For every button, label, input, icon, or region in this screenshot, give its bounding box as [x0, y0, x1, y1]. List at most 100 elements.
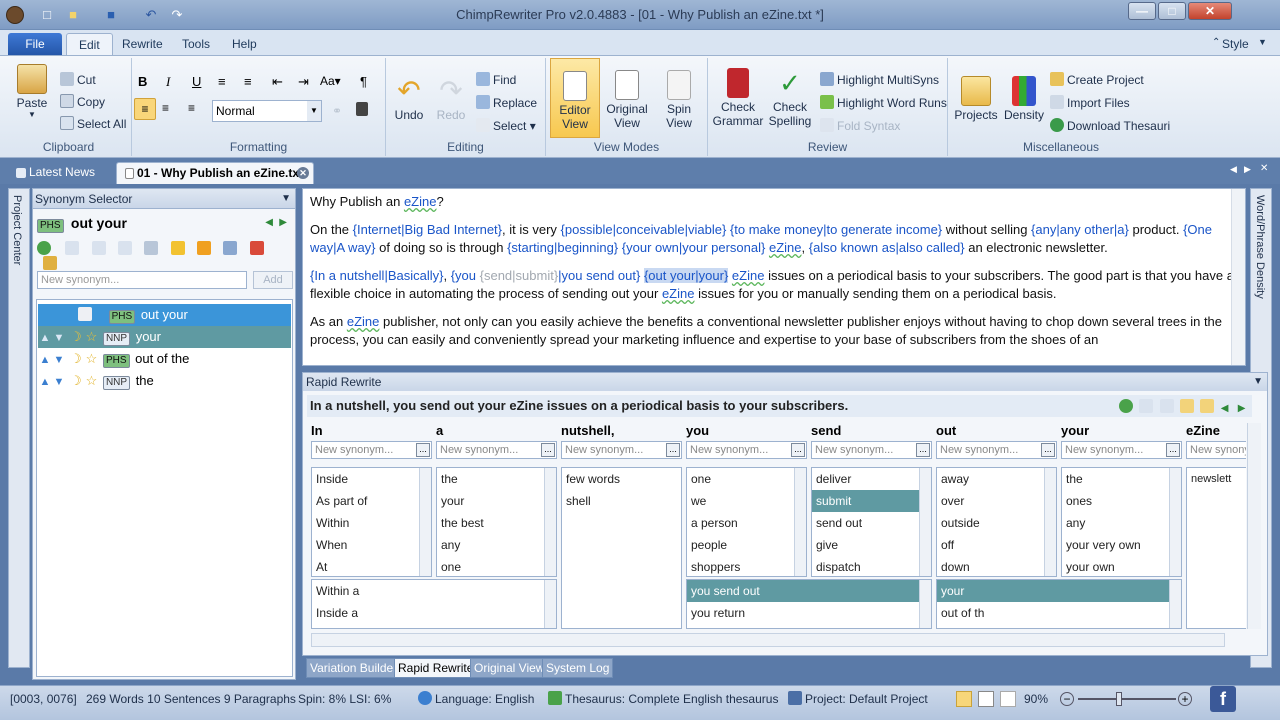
list-item[interactable]: any	[1062, 512, 1181, 534]
phrase-scrollbar[interactable]	[544, 580, 556, 628]
list-item[interactable]: a person	[687, 512, 806, 534]
italic-button[interactable]: I	[166, 74, 170, 90]
rr-pin-icon[interactable]: ▼	[1253, 373, 1263, 391]
align-right-icon[interactable]: ≡	[188, 101, 195, 115]
list-item[interactable]: ones	[1062, 490, 1181, 512]
menu-edit[interactable]: Edit	[66, 33, 113, 55]
rr-synonym-input[interactable]: New synonym......	[936, 441, 1057, 459]
check-grammar-button[interactable]: Check Grammar	[712, 68, 764, 128]
list-item[interactable]: away	[937, 468, 1056, 490]
synonym-row[interactable]: ▲ ▼ ☽ ☆ PHS out of the	[38, 348, 291, 370]
list-item[interactable]: As part of	[312, 490, 431, 512]
tab-system-log[interactable]: System Log	[542, 658, 614, 678]
tab-original-view[interactable]: Original View	[470, 658, 549, 678]
more-icon[interactable]: ...	[1041, 443, 1055, 457]
move-up-icon[interactable]: ▲	[38, 349, 52, 371]
rr-horizontal-scrollbar[interactable]	[311, 633, 1225, 647]
pin-icon[interactable]: ▼	[281, 189, 291, 209]
phrase-item[interactable]: you send out	[687, 580, 919, 602]
redo-button[interactable]: ↷ Redo	[434, 76, 468, 123]
list-item[interactable]: any	[437, 534, 556, 556]
download-thesauri-button[interactable]: Download Thesauri	[1050, 118, 1170, 133]
phrase-item[interactable]: Within a	[312, 580, 556, 602]
menu-tools[interactable]: Tools	[170, 33, 222, 55]
list-scrollbar[interactable]	[794, 468, 806, 576]
list-scrollbar[interactable]	[919, 468, 931, 576]
new-synonym-input[interactable]: New synonym...	[37, 271, 247, 289]
rr-synonym-input[interactable]: New synonym......	[686, 441, 807, 459]
delete-icon[interactable]	[249, 241, 264, 255]
rr-layout2-icon[interactable]	[1200, 399, 1215, 413]
zoom-slider-thumb[interactable]	[1116, 692, 1122, 706]
zoom-out-icon[interactable]: −	[1060, 692, 1074, 706]
favorite-star-icon[interactable]: ☆	[86, 373, 98, 388]
list-item[interactable]: submit	[812, 490, 919, 512]
list-item[interactable]: the best	[437, 512, 556, 534]
tab-scroll-right-icon[interactable]: ▶	[1244, 164, 1251, 175]
refresh-icon[interactable]	[37, 241, 51, 255]
menu-rewrite[interactable]: Rewrite	[110, 33, 175, 55]
facebook-icon[interactable]: f	[1210, 686, 1236, 712]
move-down-icon[interactable]: ▼	[52, 349, 66, 371]
list-item[interactable]: newslett	[1187, 468, 1246, 490]
list-scrollbar[interactable]	[544, 468, 556, 576]
clear-icon[interactable]	[43, 256, 57, 270]
original-view-button[interactable]: Original View	[602, 70, 652, 130]
rr-prev-icon[interactable]: ◀	[1221, 403, 1229, 414]
editor-view-button[interactable]: Editor View	[550, 58, 600, 138]
style-dropdown-icon[interactable]: ▼	[1258, 37, 1267, 47]
list-item[interactable]: one	[437, 556, 556, 576]
list-item[interactable]: dispatch	[812, 556, 931, 576]
decrease-indent-icon[interactable]: ⇤	[272, 74, 283, 90]
synonym-row[interactable]: ▲ ▼ ☽ ☆ NNP the	[38, 370, 291, 392]
rr-case-icon[interactable]	[1159, 399, 1174, 413]
find-button[interactable]: Find	[476, 72, 516, 87]
spin-view-button[interactable]: Spin View	[654, 70, 704, 130]
undo-button[interactable]: ↶ Undo	[392, 76, 426, 123]
phrase-scrollbar[interactable]	[1169, 580, 1181, 628]
tab-close-all-icon[interactable]: ✕	[1260, 163, 1268, 174]
close-tab-icon[interactable]: ✕	[297, 167, 309, 179]
rr-refresh-icon[interactable]	[1119, 399, 1133, 413]
underline-button[interactable]: U	[192, 74, 201, 89]
font-case-icon[interactable]: Aa▾	[320, 74, 341, 88]
tab-variation-builder[interactable]: Variation Builder	[306, 658, 402, 678]
more-icon[interactable]: ...	[916, 443, 930, 457]
list-item[interactable]: your very own	[1062, 534, 1181, 556]
list-scrollbar[interactable]	[1044, 468, 1056, 576]
more-icon[interactable]: ...	[416, 443, 430, 457]
more-icon[interactable]: ...	[1166, 443, 1180, 457]
rr-next-icon[interactable]: ▶	[1238, 403, 1246, 414]
paste-button[interactable]: Paste ▼	[12, 64, 52, 119]
favorite-star-icon[interactable]: ☆	[86, 329, 98, 344]
copy-button[interactable]: Copy	[60, 94, 105, 109]
move-up-icon[interactable]: ▲	[38, 327, 52, 349]
check-spelling-button[interactable]: ✓ Check Spelling	[766, 68, 814, 128]
tab-latest-news[interactable]: Latest News	[8, 162, 103, 184]
status-project[interactable]: Project: Default Project	[788, 686, 928, 713]
status-thesaurus[interactable]: Thesaurus: Complete English thesaurus	[548, 686, 778, 713]
numbered-list-icon[interactable]: ≡	[244, 74, 252, 89]
list-item[interactable]: your own	[1062, 556, 1181, 576]
fold-syntax-button[interactable]: Fold Syntax	[820, 118, 900, 133]
rr-spell-icon[interactable]	[1139, 399, 1154, 413]
rr-synonym-input[interactable]: New synonym......	[1061, 441, 1182, 459]
list-scrollbar[interactable]	[419, 468, 431, 576]
banana-icon[interactable]: ☽	[70, 373, 82, 388]
banana-icon[interactable]: ☽	[70, 329, 82, 344]
import-files-button[interactable]: Import Files	[1050, 95, 1130, 110]
move-down-icon[interactable]: ▼	[52, 371, 66, 393]
more-icon[interactable]: ...	[541, 443, 555, 457]
list-item[interactable]: Inside	[312, 468, 431, 490]
list-item[interactable]: outside	[937, 512, 1056, 534]
phrase-item[interactable]: you return	[687, 602, 931, 624]
synonym-row[interactable]: PHS out your	[38, 304, 291, 326]
favorite-star-icon[interactable]: ☆	[86, 351, 98, 366]
list-item[interactable]: your	[437, 490, 556, 512]
close-button[interactable]: ✕	[1188, 2, 1232, 20]
list-item[interactable]: the	[437, 468, 556, 490]
status-language[interactable]: Language: English	[418, 686, 534, 713]
select-all-button[interactable]: Select All	[60, 116, 126, 131]
project-center-sidebar[interactable]: Project Center	[8, 188, 30, 668]
highlight-word-runs-button[interactable]: Highlight Word Runs	[820, 95, 947, 110]
